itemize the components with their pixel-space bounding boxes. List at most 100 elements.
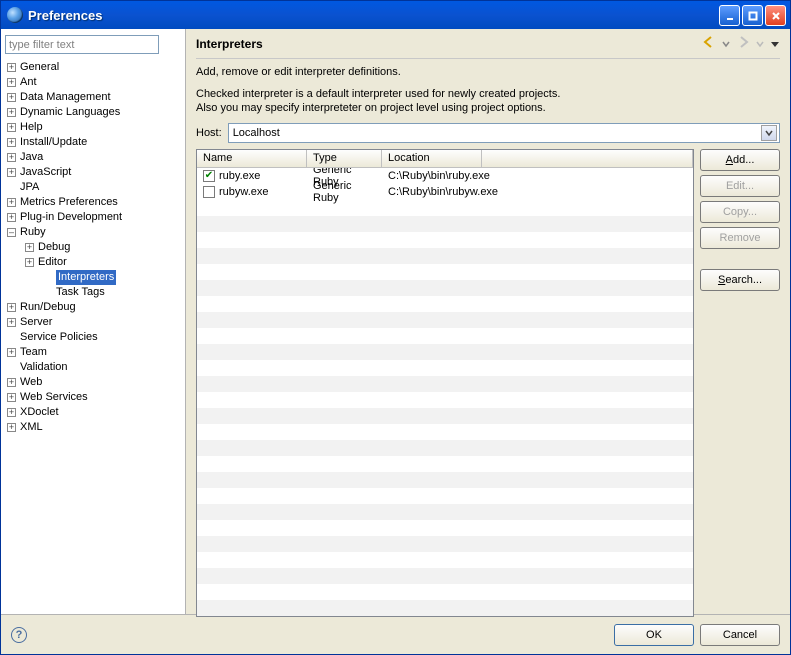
tree-item[interactable]: + Server <box>5 315 181 330</box>
tree-item[interactable]: Service Policies <box>5 330 181 345</box>
tree-item[interactable]: + Team <box>5 345 181 360</box>
menu-icon[interactable] <box>770 39 780 49</box>
table-row-empty <box>197 408 693 424</box>
row-checkbox[interactable] <box>203 170 215 182</box>
row-checkbox[interactable] <box>203 186 215 198</box>
expand-icon[interactable]: + <box>7 78 16 87</box>
tree-item[interactable]: JPA <box>5 180 181 195</box>
tree-item[interactable]: + Install/Update <box>5 135 181 150</box>
tree-item-label: Server <box>20 315 52 330</box>
tree-item[interactable]: +Ant <box>5 75 181 90</box>
tree-item[interactable]: Task Tags <box>5 285 181 300</box>
expand-icon[interactable]: + <box>7 303 16 312</box>
tree-item[interactable]: + Plug-in Development <box>5 210 181 225</box>
expand-icon[interactable]: + <box>7 123 16 132</box>
close-button[interactable] <box>765 5 786 26</box>
tree-item[interactable]: +Data Management <box>5 90 181 105</box>
expand-icon[interactable]: + <box>7 198 16 207</box>
table-row-empty <box>197 392 693 408</box>
tree-item[interactable]: +Dynamic Languages <box>5 105 181 120</box>
tree-item-label: Metrics Preferences <box>20 195 118 210</box>
tree-item-label: Run/Debug <box>20 300 76 315</box>
tree-item[interactable]: +Web Services <box>5 390 181 405</box>
expand-icon[interactable]: + <box>7 168 16 177</box>
tree-item[interactable]: +Web <box>5 375 181 390</box>
tree-pane: +General+Ant+Data Management+Dynamic Lan… <box>1 29 186 614</box>
table-row-empty <box>197 376 693 392</box>
expand-icon[interactable]: + <box>7 378 16 387</box>
tree-item[interactable]: +Debug <box>5 240 181 255</box>
row-type: Generic Ruby <box>307 180 382 204</box>
description-line2: Checked interpreter is a default interpr… <box>196 87 780 101</box>
row-name: rubyw.exe <box>219 186 269 198</box>
preferences-tree[interactable]: +General+Ant+Data Management+Dynamic Lan… <box>5 60 181 435</box>
column-header-type[interactable]: Type <box>307 150 382 168</box>
tree-item[interactable]: + Metrics Preferences <box>5 195 181 210</box>
table-row-empty <box>197 424 693 440</box>
forward-button <box>736 35 750 52</box>
minimize-button[interactable] <box>719 5 740 26</box>
collapse-icon[interactable]: – <box>7 228 16 237</box>
expand-icon[interactable]: + <box>7 153 16 162</box>
expand-icon[interactable]: + <box>7 318 16 327</box>
tree-item-label: Team <box>20 345 47 360</box>
expand-icon[interactable]: + <box>7 213 16 222</box>
description-line3: Also you may specify interpreteter on pr… <box>196 101 780 115</box>
expand-icon[interactable]: + <box>7 93 16 102</box>
table-row[interactable]: ruby.exeGeneric RubyC:\Ruby\bin\ruby.exe <box>197 168 693 184</box>
ok-button[interactable]: OK <box>614 624 694 646</box>
tree-item-label: Interpreters <box>56 270 116 285</box>
expand-icon[interactable]: + <box>25 243 34 252</box>
expand-icon[interactable]: + <box>25 258 34 267</box>
chevron-down-icon <box>756 39 764 49</box>
row-location: C:\Ruby\bin\rubyw.exe <box>382 186 693 198</box>
tree-item[interactable]: Validation <box>5 360 181 375</box>
tree-item[interactable]: +Help <box>5 120 181 135</box>
tree-item[interactable]: + Run/Debug <box>5 300 181 315</box>
back-button[interactable] <box>702 35 716 52</box>
table-row[interactable]: rubyw.exeGeneric RubyC:\Ruby\bin\rubyw.e… <box>197 184 693 200</box>
help-icon[interactable]: ? <box>11 627 27 643</box>
tree-item[interactable]: +Java <box>5 150 181 165</box>
tree-item[interactable]: + XML <box>5 420 181 435</box>
tree-item-label: Plug-in Development <box>20 210 122 225</box>
chevron-down-icon[interactable] <box>761 125 777 141</box>
column-header-rest <box>482 150 693 168</box>
expand-icon[interactable]: + <box>7 138 16 147</box>
tree-item-label: Install/Update <box>20 135 87 150</box>
expand-icon[interactable]: + <box>7 108 16 117</box>
maximize-button[interactable] <box>742 5 763 26</box>
chevron-down-icon[interactable] <box>722 39 730 49</box>
expand-icon[interactable]: + <box>7 423 16 432</box>
column-header-name[interactable]: Name <box>197 150 307 168</box>
expand-icon[interactable]: + <box>7 393 16 402</box>
window-title: Preferences <box>28 8 102 23</box>
tree-item-label: XML <box>20 420 43 435</box>
row-name: ruby.exe <box>219 170 260 182</box>
expand-icon[interactable]: + <box>7 63 16 72</box>
add-label: dd... <box>733 154 754 166</box>
expand-icon[interactable]: + <box>7 348 16 357</box>
filter-input[interactable] <box>5 35 159 54</box>
table-row-empty <box>197 312 693 328</box>
table-row-empty <box>197 248 693 264</box>
table-row-empty <box>197 504 693 520</box>
expand-icon[interactable]: + <box>7 408 16 417</box>
remove-button: Remove <box>700 227 780 249</box>
table-row-empty <box>197 536 693 552</box>
table-row-empty <box>197 488 693 504</box>
preferences-window: Preferences +General+Ant+Data Management… <box>0 0 791 655</box>
tree-item[interactable]: +General <box>5 60 181 75</box>
tree-item[interactable]: –Ruby <box>5 225 181 240</box>
column-header-location[interactable]: Location <box>382 150 482 168</box>
tree-item[interactable]: +Editor <box>5 255 181 270</box>
titlebar: Preferences <box>1 1 790 29</box>
tree-item[interactable]: +XDoclet <box>5 405 181 420</box>
tree-item[interactable]: +JavaScript <box>5 165 181 180</box>
host-select[interactable]: Localhost <box>228 123 780 143</box>
add-button[interactable]: Add... <box>700 149 780 171</box>
tree-item[interactable]: Interpreters <box>5 270 181 285</box>
row-location: C:\Ruby\bin\ruby.exe <box>382 170 693 182</box>
cancel-button[interactable]: Cancel <box>700 624 780 646</box>
search-button[interactable]: Search... <box>700 269 780 291</box>
